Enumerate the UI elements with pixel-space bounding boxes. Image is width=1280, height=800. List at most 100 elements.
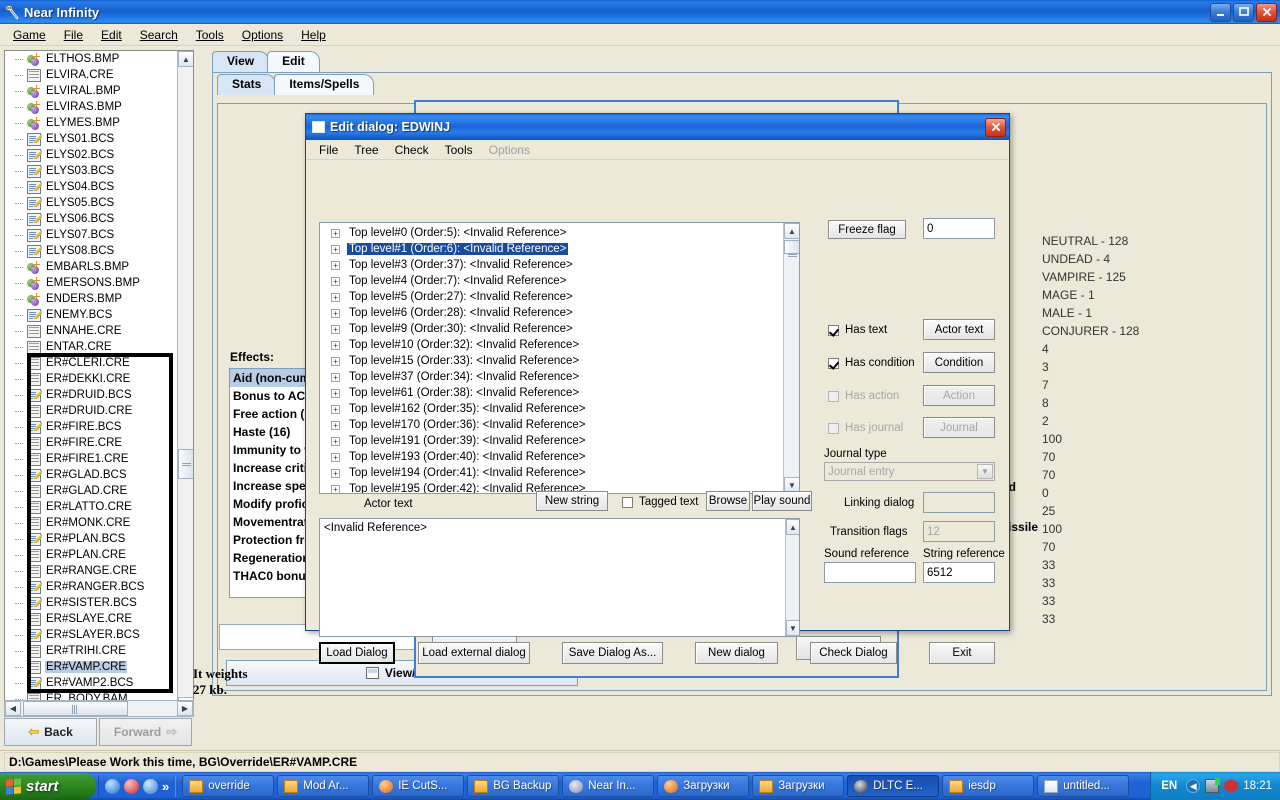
check-dialog-button[interactable]: Check Dialog — [810, 642, 897, 664]
taskbar-task[interactable]: untitled... — [1037, 775, 1130, 797]
close-button[interactable] — [1256, 2, 1277, 22]
expand-plus-icon[interactable]: + — [331, 228, 340, 238]
taskbar-task[interactable]: iesdp — [942, 775, 1035, 797]
file-tree-item[interactable]: ELYS03.BCS — [5, 163, 179, 179]
file-tree-item[interactable]: ENNAHE.CRE — [5, 323, 179, 339]
file-tree-item[interactable]: ER#RANGER.BCS — [5, 579, 179, 595]
taskbar-task[interactable]: override — [182, 775, 275, 797]
start-button[interactable]: start — [0, 773, 96, 799]
dialog-tree-item[interactable]: + Top level#10 (Order:32): <Invalid Refer… — [320, 337, 782, 353]
file-tree-item[interactable]: ER#VAMP.CRE — [5, 659, 179, 675]
back-button[interactable]: ⇦ Back — [4, 718, 97, 746]
has-condition-checkbox[interactable]: Has condition — [828, 357, 915, 369]
scroll-left-icon[interactable]: ◀ — [5, 701, 21, 716]
dialog-tree-scrollbar[interactable]: ▲ ▼ — [783, 223, 799, 493]
file-tree-item[interactable]: ELYS01.BCS — [5, 131, 179, 147]
menu-search[interactable]: Search — [131, 26, 187, 44]
dialog-tree-item[interactable]: + Top level#9 (Order:30): <Invalid Refere… — [320, 321, 782, 337]
expand-plus-icon[interactable]: + — [331, 292, 340, 302]
expand-plus-icon[interactable]: + — [331, 436, 340, 446]
file-tree-item[interactable]: ER#MONK.CRE — [5, 515, 179, 531]
file-tree-item[interactable]: ER#FIRE1.CRE — [5, 451, 179, 467]
file-tree-item[interactable]: ER#PLAN.BCS — [5, 531, 179, 547]
has-text-checkbox[interactable]: Has text — [828, 324, 887, 336]
file-tree-item[interactable]: ER#PLAN.CRE — [5, 547, 179, 563]
dialog-tree-item[interactable]: + Top level#191 (Order:39): <Invalid Refe… — [320, 433, 782, 449]
menu-options[interactable]: Options — [233, 26, 292, 44]
actor-text-area[interactable]: <Invalid Reference> ▲ ▼ — [319, 518, 800, 637]
menu-edit[interactable]: Edit — [92, 26, 131, 44]
dialog-exit-button[interactable]: Exit — [929, 642, 995, 664]
expand-plus-icon[interactable]: + — [331, 468, 340, 478]
tab-view[interactable]: View — [212, 51, 270, 72]
file-tree-item[interactable]: EMBARLS.BMP — [5, 259, 179, 275]
file-tree-item[interactable]: ER#DEKKI.CRE — [5, 371, 179, 387]
tab-stats[interactable]: Stats — [217, 74, 277, 95]
new-string-button[interactable]: New string — [536, 491, 608, 511]
file-tree-item[interactable]: ER#TRIHI.CRE — [5, 643, 179, 659]
dialog-scroll-up-icon[interactable]: ▲ — [784, 223, 799, 239]
taskbar-task[interactable]: Загрузки — [657, 775, 750, 797]
file-tree-item[interactable]: ELYS02.BCS — [5, 147, 179, 163]
load-external-dialog-button[interactable]: Load external dialog — [418, 642, 530, 664]
file-tree-item[interactable]: ER#SLAYER.BCS — [5, 627, 179, 643]
minimize-button[interactable] — [1210, 2, 1231, 22]
dialog-menu-tree[interactable]: Tree — [347, 142, 385, 158]
file-tree-item[interactable]: EMERSONS.BMP — [5, 275, 179, 291]
dialog-tree-item[interactable]: + Top level#0 (Order:5): <Invalid Referen… — [320, 225, 782, 241]
dialog-tree-item[interactable]: + Top level#5 (Order:27): <Invalid Refere… — [320, 289, 782, 305]
dialog-tree-item[interactable]: + Top level#162 (Order:35): <Invalid Refe… — [320, 401, 782, 417]
freeze-flag-input[interactable]: 0 — [923, 218, 995, 239]
file-tree-item[interactable]: ER#DRUID.BCS — [5, 387, 179, 403]
file-tree-vertical-scrollbar[interactable]: ▲ ▼ — [177, 51, 193, 713]
taskbar-clock[interactable]: 18:21 — [1243, 780, 1272, 792]
dialog-tree-item[interactable]: + Top level#37 (Order:34): <Invalid Refer… — [320, 369, 782, 385]
network-icon[interactable] — [1205, 778, 1221, 793]
taskbar-task[interactable]: Загрузки — [752, 775, 845, 797]
freeze-flag-button[interactable]: Freeze flag — [828, 220, 906, 239]
expand-plus-icon[interactable]: + — [331, 452, 340, 462]
condition-button[interactable]: Condition — [923, 352, 995, 373]
expand-plus-icon[interactable]: + — [331, 276, 340, 286]
expand-plus-icon[interactable]: + — [331, 324, 340, 334]
dialog-tree-item[interactable]: + Top level#194 (Order:41): <Invalid Refe… — [320, 465, 782, 481]
taskbar-task[interactable]: Near In... — [562, 775, 655, 797]
string-reference-input[interactable]: 6512 — [923, 562, 995, 583]
file-tree-item[interactable]: ER#LATTO.CRE — [5, 499, 179, 515]
maximize-button[interactable] — [1233, 2, 1254, 22]
file-tree-item[interactable]: ER#FIRE.BCS — [5, 419, 179, 435]
hscroll-thumb[interactable] — [23, 701, 128, 716]
menu-file[interactable]: File — [55, 26, 92, 44]
expand-plus-icon[interactable]: + — [331, 340, 340, 350]
sound-reference-input[interactable] — [824, 562, 916, 583]
file-tree-item[interactable]: ENDERS.BMP — [5, 291, 179, 307]
taskbar-task[interactable]: DLTC E... — [847, 775, 940, 797]
actor-text-button[interactable]: Actor text — [923, 319, 995, 340]
menu-game[interactable]: Game — [4, 26, 55, 44]
file-tree-item[interactable]: ELYS06.BCS — [5, 211, 179, 227]
dialog-tree-item[interactable]: + Top level#4 (Order:7): <Invalid Referen… — [320, 273, 782, 289]
expand-plus-icon[interactable]: + — [331, 420, 340, 430]
edit-dialog-close-icon[interactable] — [985, 117, 1006, 137]
chevron-down-icon[interactable]: ▼ — [977, 464, 993, 479]
tagged-text-checkbox[interactable]: Tagged text — [622, 496, 698, 508]
file-tree-item[interactable]: ER#SISTER.BCS — [5, 595, 179, 611]
dialog-menu-check[interactable]: Check — [388, 142, 436, 158]
file-tree-item[interactable]: ER#CLERI.CRE — [5, 355, 179, 371]
taskbar-task[interactable]: IE CutS... — [372, 775, 465, 797]
expand-plus-icon[interactable]: + — [331, 404, 340, 414]
menu-tools[interactable]: Tools — [187, 26, 233, 44]
file-tree-item[interactable]: ER#DRUID.CRE — [5, 403, 179, 419]
expand-plus-icon[interactable]: + — [331, 372, 340, 382]
has-condition-checkbox-box[interactable] — [828, 357, 839, 369]
new-dialog-button[interactable]: New dialog — [695, 642, 778, 664]
dialog-scroll-thumb[interactable] — [784, 240, 799, 258]
file-tree-item[interactable]: ELYMES.BMP — [5, 115, 179, 131]
has-text-checkbox-box[interactable] — [828, 324, 839, 336]
scroll-right-icon[interactable]: ▶ — [177, 701, 193, 716]
file-tree-item[interactable]: ENTAR.CRE — [5, 339, 179, 355]
file-tree-item[interactable]: ENEMY.BCS — [5, 307, 179, 323]
tab-items-spells[interactable]: Items/Spells — [274, 74, 375, 95]
file-tree-item[interactable]: ELYS04.BCS — [5, 179, 179, 195]
dialog-tree-item[interactable]: + Top level#3 (Order:37): <Invalid Refere… — [320, 257, 782, 273]
